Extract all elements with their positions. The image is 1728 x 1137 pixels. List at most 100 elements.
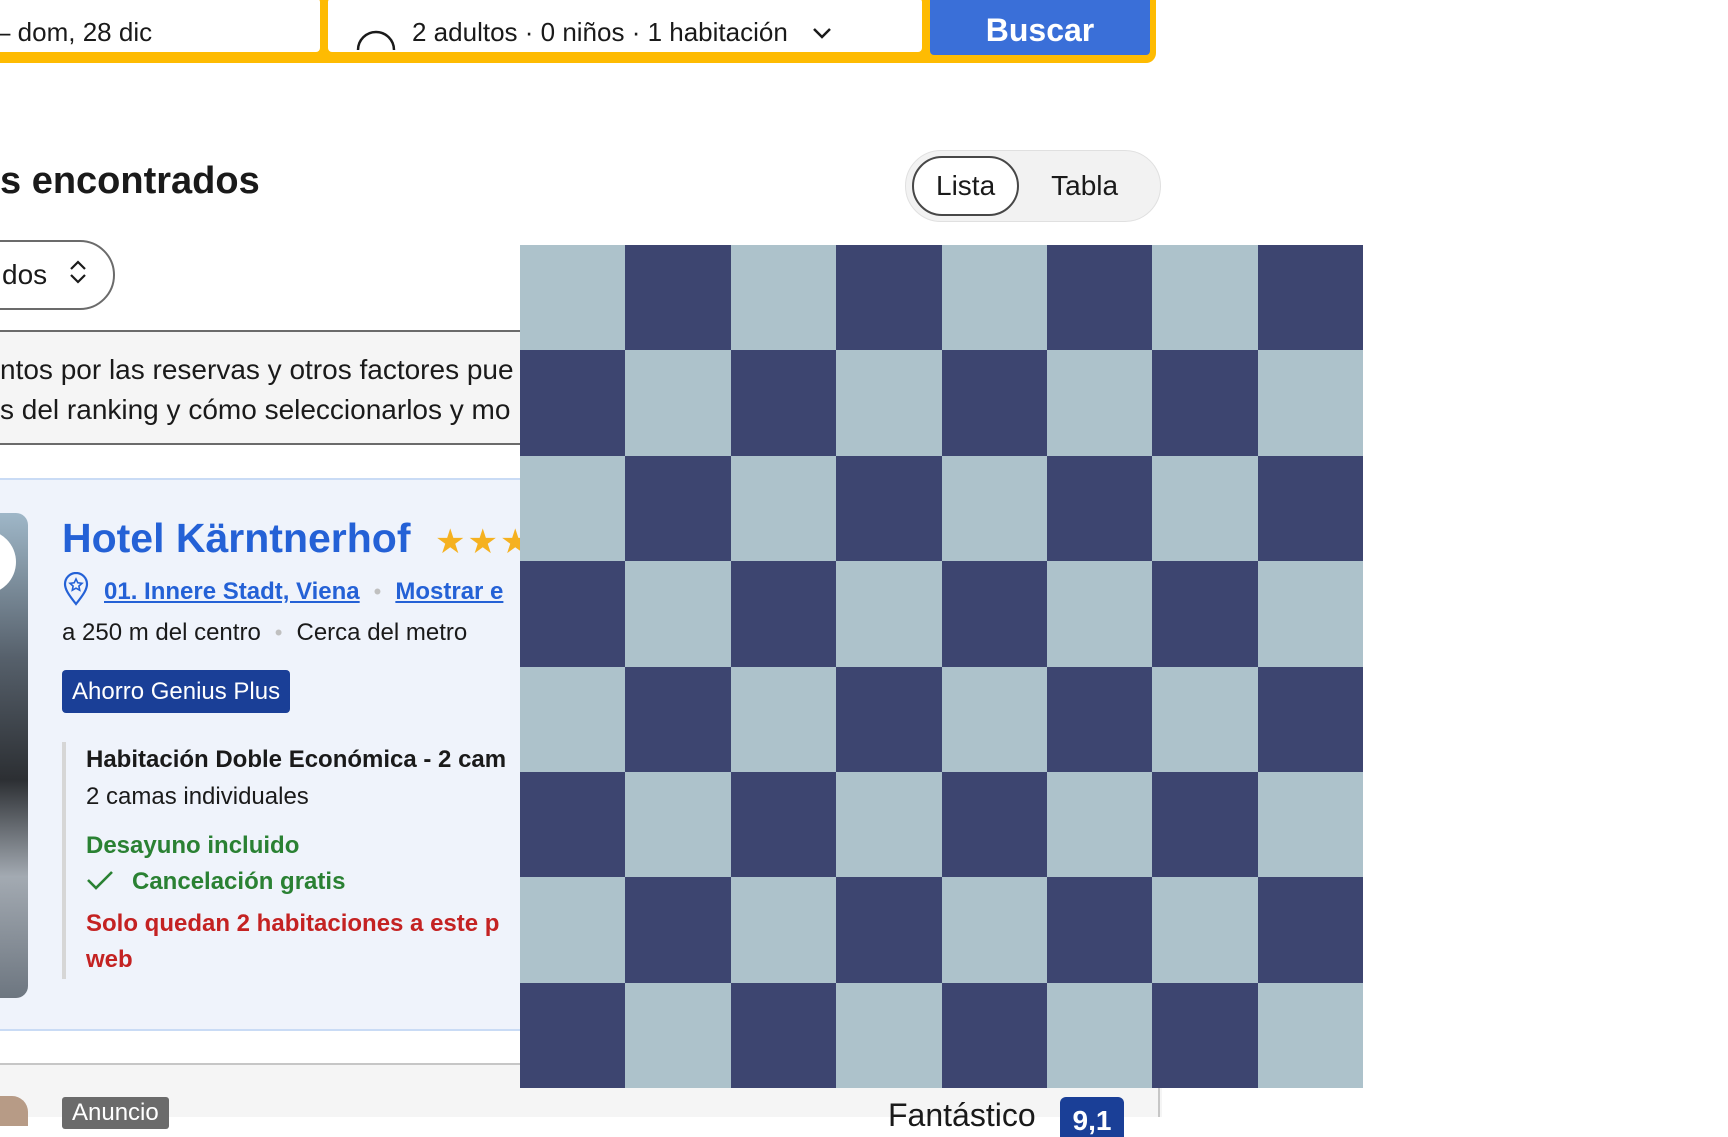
dates-value: – dom, 28 dic — [0, 17, 153, 47]
genius-badge: Ahorro Genius Plus — [62, 670, 291, 713]
sort-button[interactable]: dos — [0, 240, 115, 310]
guests-field[interactable]: 2 adultos · 0 niños · 1 habitación — [328, 0, 922, 52]
show-on-map-link[interactable]: Mostrar e — [395, 578, 503, 606]
room-divider — [62, 742, 66, 979]
checker-square-light — [1257, 561, 1363, 667]
checker-square-light — [625, 350, 731, 456]
person-icon — [356, 26, 396, 51]
checker-square-light — [1046, 350, 1153, 456]
checker-square-dark — [941, 350, 1047, 456]
checker-square-dark — [1152, 561, 1258, 667]
checker-square-dark — [625, 455, 731, 562]
hotel-name-link[interactable]: Hotel Kärntnerhof — [62, 515, 411, 562]
checker-square-light — [520, 666, 626, 772]
checker-square-dark — [1152, 771, 1258, 878]
guests-value: 2 adultos · 0 niños · 1 habitación — [412, 17, 788, 47]
checker-square-light — [730, 245, 837, 351]
checker-square-light — [625, 771, 731, 878]
cancellation-row: Cancelación gratis — [86, 868, 345, 896]
checker-square-dark — [520, 350, 626, 456]
checker-square-light — [1152, 245, 1258, 351]
search-button-label: Buscar — [985, 12, 1095, 48]
checker-square-dark — [1152, 982, 1258, 1088]
checker-square-light — [941, 455, 1047, 562]
distance-row: a 250 m del centro • Cerca del metro — [62, 619, 467, 647]
checker-square-dark — [625, 245, 731, 351]
checker-square-dark — [520, 561, 626, 667]
checker-square-dark — [941, 771, 1047, 878]
location-pin-icon — [62, 571, 90, 611]
checker-square-dark — [730, 771, 837, 878]
metro-text: Cerca del metro — [296, 619, 468, 646]
checker-square-light — [836, 350, 942, 456]
checker-square-light — [625, 561, 731, 667]
checkmark-icon — [86, 869, 114, 896]
review-score-badge: 9,1 — [1060, 1097, 1124, 1137]
room-title: Habitación Doble Económica - 2 cam — [86, 746, 507, 773]
checker-square-light — [1152, 666, 1258, 772]
scarcity-line-2: web — [86, 946, 133, 973]
room-beds: 2 camas individuales — [86, 783, 309, 810]
checker-square-dark — [1257, 877, 1363, 983]
tab-table[interactable]: Tabla — [1029, 158, 1140, 214]
checker-square-dark — [520, 771, 626, 878]
checker-square-dark — [1257, 455, 1363, 562]
checker-square-dark — [836, 666, 942, 772]
checker-square-light — [941, 877, 1047, 983]
checker-square-light — [1046, 561, 1153, 667]
checker-square-light — [1257, 982, 1363, 1088]
checkerboard-overlay — [520, 245, 1363, 1088]
dates-field[interactable]: – dom, 28 dic — [0, 0, 320, 52]
checker-square-dark — [1257, 245, 1363, 351]
checker-square-dark — [625, 877, 731, 983]
sort-updown-icon — [69, 259, 87, 292]
checker-square-dark — [730, 982, 837, 1088]
scarcity-line-1: Solo quedan 2 habitaciones a este p — [86, 910, 500, 937]
checker-square-light — [1046, 771, 1153, 878]
separator-dot: • — [274, 620, 283, 645]
checker-square-light — [730, 877, 837, 983]
distance-text: a 250 m del centro — [62, 619, 261, 646]
checker-square-dark — [1046, 455, 1153, 562]
checker-square-dark — [1046, 245, 1153, 351]
location-row: 01. Innere Stadt, Viena • Mostrar e — [62, 571, 503, 611]
checker-square-light — [1257, 350, 1363, 456]
checker-square-light — [730, 455, 837, 562]
checker-square-dark — [836, 877, 942, 983]
checker-square-dark — [730, 561, 837, 667]
review-score-word: Fantástico — [888, 1097, 1036, 1133]
search-bar: – dom, 28 dic 2 adultos · 0 niños · 1 ha… — [0, 0, 1156, 63]
hotel-photo[interactable] — [0, 1096, 28, 1126]
checker-square-light — [520, 245, 626, 351]
separator-dot: • — [373, 578, 382, 604]
checker-square-dark — [836, 245, 942, 351]
search-button[interactable]: Buscar — [930, 0, 1150, 55]
chevron-down-icon — [812, 17, 832, 48]
checker-square-dark — [625, 666, 731, 772]
checker-square-dark — [730, 350, 837, 456]
location-link[interactable]: 01. Innere Stadt, Viena — [104, 578, 360, 606]
checker-square-light — [1152, 455, 1258, 562]
tab-list[interactable]: Lista — [912, 156, 1020, 216]
checker-square-light — [625, 982, 731, 1088]
results-title: s encontrados — [0, 160, 260, 202]
checker-square-dark — [1046, 877, 1153, 983]
checker-square-light — [1152, 877, 1258, 983]
breakfast-included: Desayuno incluido — [86, 832, 300, 859]
checker-square-light — [1257, 771, 1363, 878]
ad-badge: Anuncio — [62, 1097, 169, 1129]
checker-square-dark — [1046, 666, 1153, 772]
checker-square-light — [520, 455, 626, 562]
view-toggle: Lista Tabla — [905, 150, 1161, 222]
checker-square-dark — [1152, 350, 1258, 456]
checker-square-dark — [836, 455, 942, 562]
checker-square-light — [836, 561, 942, 667]
checker-square-light — [730, 666, 837, 772]
checker-square-light — [941, 666, 1047, 772]
star-rating: ★★★ — [435, 523, 533, 561]
checker-square-light — [1046, 982, 1153, 1088]
checker-square-dark — [1257, 666, 1363, 772]
checker-square-light — [520, 877, 626, 983]
checker-square-dark — [520, 982, 626, 1088]
free-cancellation: Cancelación gratis — [132, 868, 346, 895]
